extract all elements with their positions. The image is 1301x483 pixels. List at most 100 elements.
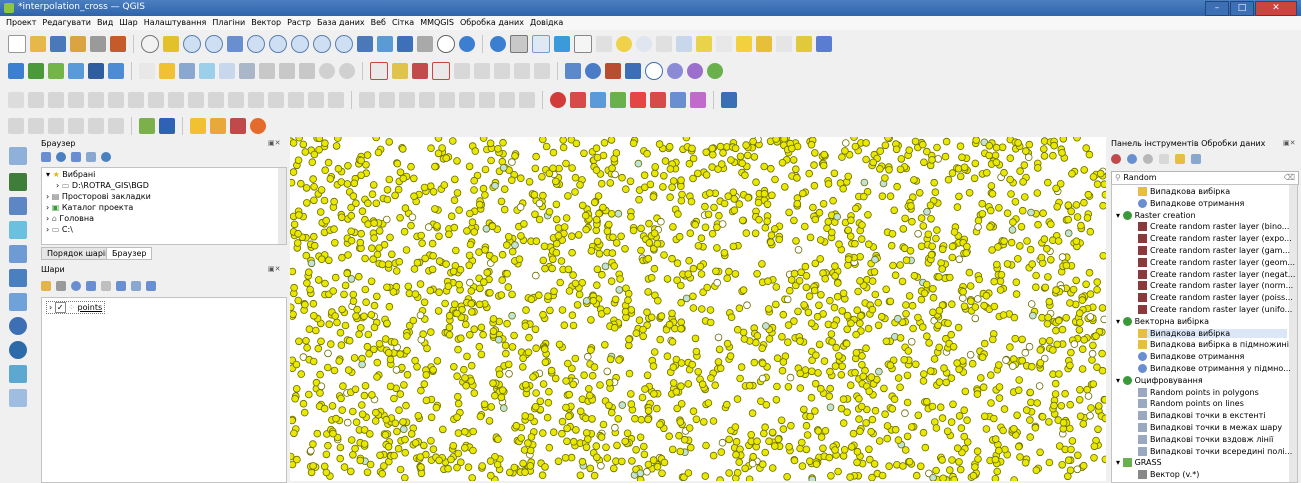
statistics-icon[interactable] xyxy=(574,34,592,53)
expand-arrow-icon[interactable]: › xyxy=(46,214,49,223)
menu-view[interactable]: Вид xyxy=(97,16,113,30)
add-point-cloud-icon[interactable] xyxy=(48,117,64,134)
add-delimited-text-icon[interactable] xyxy=(68,117,84,134)
cut-features-icon[interactable] xyxy=(259,62,275,79)
layer-style-icon[interactable] xyxy=(190,117,206,134)
algorithm-item[interactable]: Випадкова вибірка xyxy=(1138,328,1287,338)
shape-digitizing-icon[interactable] xyxy=(550,91,566,108)
algorithm-item[interactable]: Випадкові точки в екстенті xyxy=(1138,411,1266,421)
maximize-button[interactable]: □ xyxy=(1230,1,1254,16)
add-ring-icon[interactable] xyxy=(128,91,144,108)
text-annotation-icon[interactable] xyxy=(736,35,752,52)
menu-help[interactable]: Довідка xyxy=(530,16,563,30)
close-button[interactable]: ✕ xyxy=(1255,1,1297,16)
add-wfs-layer-icon[interactable] xyxy=(9,341,27,359)
add-feature-icon[interactable] xyxy=(199,62,215,79)
add-spatialite-icon[interactable] xyxy=(68,62,84,79)
tree-item-home[interactable]: › ⌂ Головна xyxy=(46,214,94,223)
copy-features-icon[interactable] xyxy=(279,62,295,79)
manage-map-themes-icon[interactable] xyxy=(71,281,81,291)
identify-features-icon[interactable] xyxy=(490,35,506,52)
tree-item-drive-c[interactable]: › ▭ C:\ xyxy=(46,225,73,234)
open-layer-styling-icon[interactable] xyxy=(41,281,51,291)
algorithm-item[interactable]: Випадкові точки в межах шару xyxy=(1138,423,1282,432)
snap-centroid-icon[interactable] xyxy=(459,91,475,108)
algorithm-item[interactable]: Create random raster layer (norm... xyxy=(1138,281,1293,291)
add-vector-tile-icon[interactable] xyxy=(28,117,44,134)
panel-float-close-icon[interactable]: ▣✕ xyxy=(268,265,280,273)
python-console-icon[interactable] xyxy=(721,91,737,108)
menu-web[interactable]: Веб xyxy=(371,16,386,30)
expand-arrow-icon[interactable]: ▾ xyxy=(1116,211,1123,220)
algorithm-item[interactable]: Вектор (v.*) xyxy=(1138,470,1199,480)
remove-layer-icon[interactable] xyxy=(146,281,156,291)
map-themes-icon[interactable] xyxy=(139,117,155,134)
algorithm-item[interactable]: Create random raster layer (gam... xyxy=(1138,246,1290,255)
undo-icon[interactable] xyxy=(319,62,335,79)
new-3d-view-icon[interactable] xyxy=(377,35,393,52)
new-project-icon[interactable] xyxy=(8,34,26,53)
pin-unpin-labels-icon[interactable] xyxy=(454,62,470,79)
tree-item-spatial-bookmarks[interactable]: › ▤ Просторові закладки xyxy=(46,192,151,201)
snap-line-end-icon[interactable] xyxy=(499,91,515,108)
add-wcs-icon[interactable] xyxy=(108,117,124,134)
add-raster-layer-icon[interactable] xyxy=(28,62,44,79)
delete-ring-icon[interactable] xyxy=(188,91,204,108)
add-point-layer-icon[interactable] xyxy=(9,221,27,239)
topology-checker-icon[interactable] xyxy=(667,62,683,79)
new-virtual-layer-icon[interactable] xyxy=(9,389,27,407)
add-vector-layer-icon[interactable] xyxy=(9,147,27,165)
split-features-icon[interactable] xyxy=(48,91,64,108)
algorithm-item[interactable]: Випадкова вибірка в підмножині xyxy=(1138,340,1289,350)
show-bookmarks-icon[interactable] xyxy=(417,35,433,52)
rotate-feature-icon[interactable] xyxy=(228,91,244,108)
add-wms-icon[interactable] xyxy=(108,62,124,79)
expand-arrow-icon[interactable]: ▾ xyxy=(1116,376,1123,385)
tab-browser[interactable]: Браузер xyxy=(106,247,153,260)
algorithm-item[interactable]: Випадкове отримання у підмно... xyxy=(1138,364,1291,373)
pan-to-selection-icon[interactable] xyxy=(163,35,179,52)
plugin-settings-icon[interactable] xyxy=(687,62,703,79)
add-group-icon[interactable] xyxy=(56,281,66,291)
map-tips-icon[interactable] xyxy=(616,35,632,52)
menu-edit[interactable]: Редагувати xyxy=(42,16,91,30)
zoom-to-selection-icon[interactable] xyxy=(247,34,265,53)
tree-item-project-home[interactable]: › ▣ Каталог проекта xyxy=(46,203,133,212)
menu-database[interactable]: База даних xyxy=(317,16,365,30)
delete-vertex-icon[interactable] xyxy=(650,91,666,108)
browser-scrollbar[interactable] xyxy=(278,168,286,244)
snap-area-icon[interactable] xyxy=(479,91,495,108)
annotation-icon[interactable] xyxy=(716,35,732,52)
plugin-extension-icon[interactable] xyxy=(159,117,175,134)
snap-vertex-icon[interactable] xyxy=(379,91,395,108)
snap-segment-icon[interactable] xyxy=(399,91,415,108)
copy-move-icon[interactable] xyxy=(308,91,324,108)
algorithm-item[interactable]: Випадкове отримання xyxy=(1138,352,1244,362)
layer-properties-icon[interactable] xyxy=(210,117,226,134)
vertex-editor-icon[interactable] xyxy=(230,117,246,134)
zoom-in-icon[interactable] xyxy=(183,34,201,53)
add-raster-layer-icon[interactable] xyxy=(9,173,27,191)
reverse-line-icon[interactable] xyxy=(690,91,706,108)
add-part-icon[interactable] xyxy=(148,91,164,108)
circle-digitizing-icon[interactable] xyxy=(570,91,586,108)
snap-tolerance-icon[interactable] xyxy=(519,91,535,108)
measure-icon[interactable] xyxy=(596,35,612,52)
menu-vector[interactable]: Вектор xyxy=(251,16,281,30)
trace-icon[interactable] xyxy=(250,117,266,134)
pan-map-icon[interactable] xyxy=(141,34,159,53)
save-project-icon[interactable] xyxy=(50,35,66,52)
expand-arrow-icon[interactable]: › xyxy=(46,203,49,212)
add-selected-layers-icon[interactable] xyxy=(41,152,51,162)
fill-ring-icon[interactable] xyxy=(168,91,184,108)
snapping-icon[interactable] xyxy=(359,91,375,108)
zoom-native-icon[interactable] xyxy=(291,34,309,53)
algorithm-group[interactable]: ▾ Векторна вибірка xyxy=(1116,316,1209,326)
menu-layer[interactable]: Шар xyxy=(119,16,138,30)
redo-icon[interactable] xyxy=(339,62,355,79)
offset-curve-icon[interactable] xyxy=(88,91,104,108)
multi-edit-icon[interactable] xyxy=(670,91,686,108)
style-manager-icon[interactable] xyxy=(110,35,126,52)
select-features-icon[interactable] xyxy=(656,35,672,52)
properties-icon[interactable] xyxy=(101,152,111,162)
